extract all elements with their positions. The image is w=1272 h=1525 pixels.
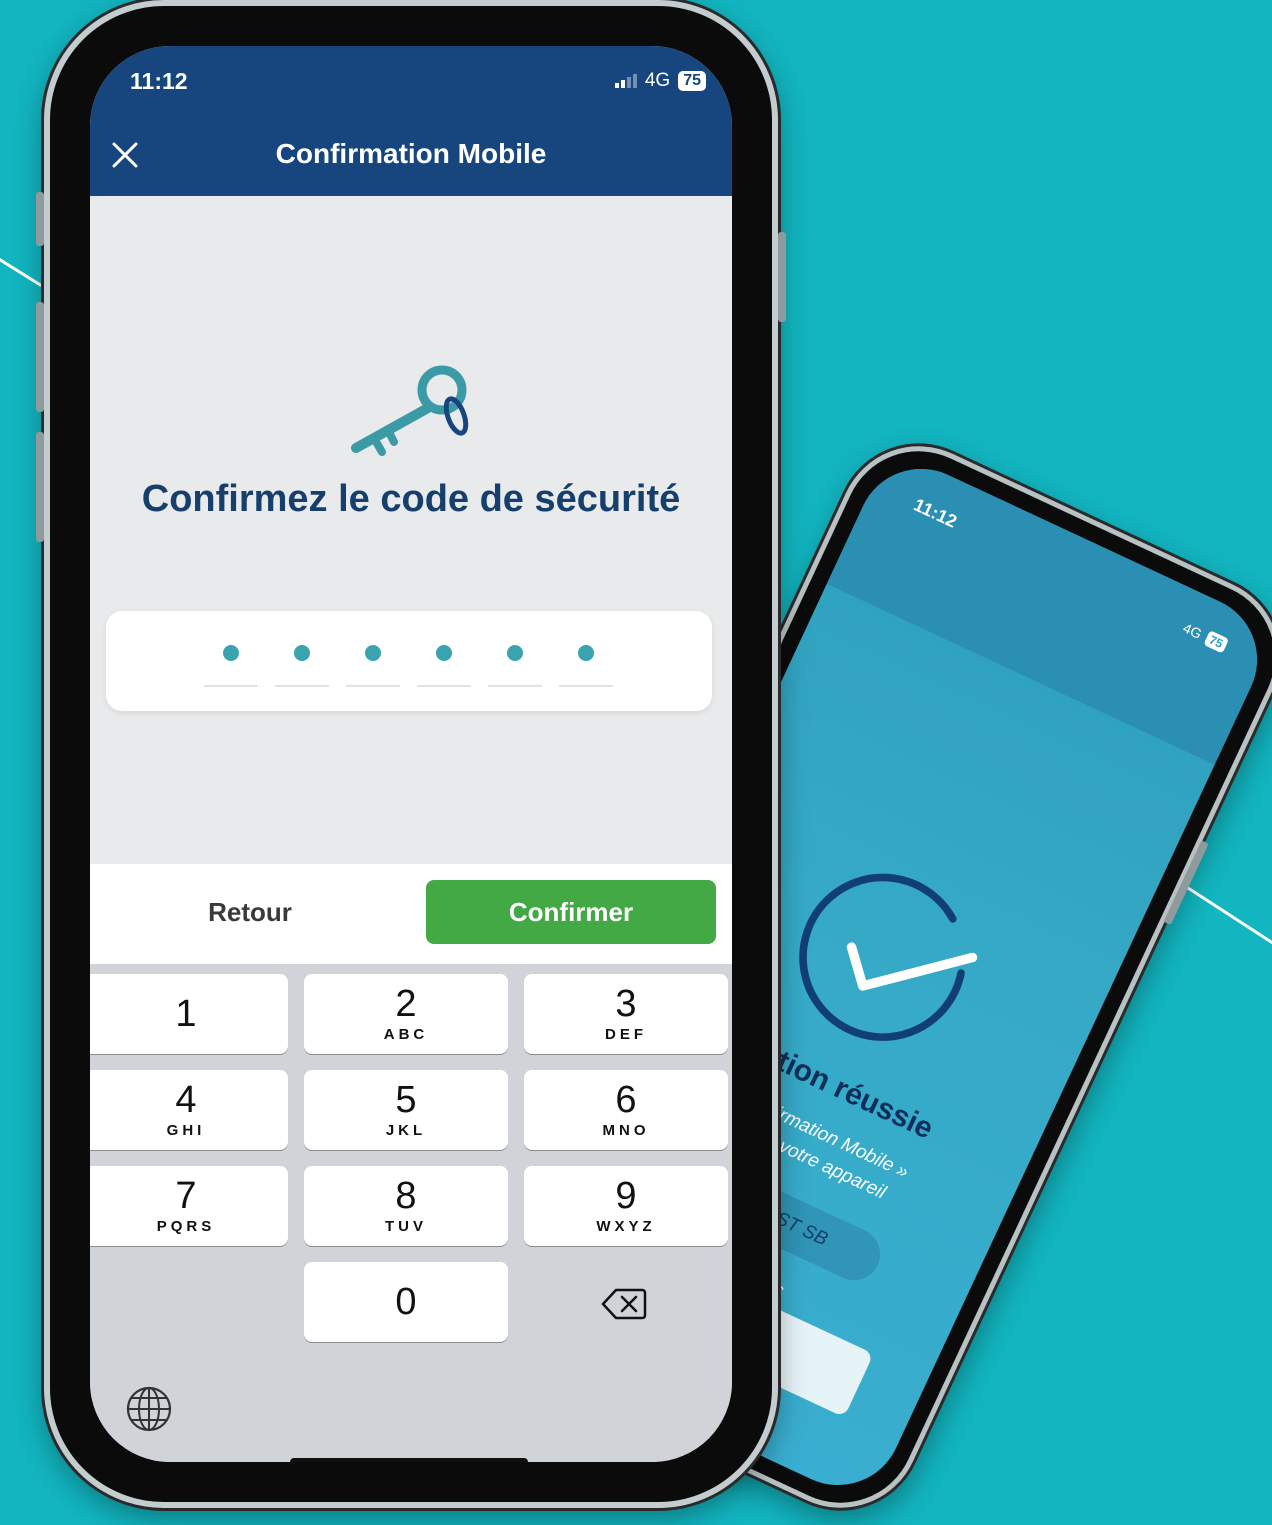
backspace-icon[interactable] — [600, 1284, 648, 1324]
security-headline: Confirmez le code de sécurité — [141, 478, 681, 520]
numeric-keypad: 1 2 ABC 3 DEF 4 GHI 5 JKL 6 MNO 7 PQRS 8… — [90, 964, 732, 1462]
keypad-key-0[interactable]: 0 — [304, 1262, 508, 1342]
key-letters: GHI — [166, 1122, 206, 1139]
keypad-key-8[interactable]: 8 TUV — [304, 1166, 508, 1246]
key-icon — [351, 365, 469, 456]
confirm-button[interactable]: Confirmer — [426, 880, 716, 944]
phone-volume-down-button — [36, 432, 44, 542]
main-phone-screen: 11:12 4G 75 Confirmation Mobile Confirme… — [90, 46, 732, 1462]
key-digit: 9 — [615, 1175, 637, 1217]
code-dot — [436, 645, 452, 661]
main-phone: 11:12 4G 75 Confirmation Mobile Confirme… — [36, 0, 786, 1508]
code-dot — [294, 645, 310, 661]
code-digit-slot — [559, 611, 613, 687]
network-label: 4G — [644, 70, 671, 91]
key-digit: 3 — [615, 983, 637, 1025]
key-digit: 1 — [175, 993, 197, 1035]
signal-icon — [614, 74, 637, 88]
secondary-header — [826, 447, 1272, 765]
phone-volume-up-button — [36, 302, 44, 412]
code-dot — [507, 645, 523, 661]
keypad-key-7[interactable]: 7 PQRS — [90, 1166, 288, 1246]
keypad-key-5[interactable]: 5 JKL — [304, 1070, 508, 1150]
nav-bar: 11:12 4G 75 Confirmation Mobile — [90, 46, 732, 196]
back-button[interactable]: Retour — [130, 880, 370, 944]
key-digit: 4 — [175, 1079, 197, 1121]
phone-silent-switch — [36, 192, 44, 246]
code-dot — [578, 645, 594, 661]
code-digit-slot — [417, 611, 471, 687]
keypad-key-4[interactable]: 4 GHI — [90, 1070, 288, 1150]
home-indicator — [290, 1458, 528, 1462]
key-letters: PQRS — [156, 1218, 216, 1235]
key-digit: 0 — [395, 1281, 417, 1323]
key-digit: 5 — [395, 1079, 417, 1121]
key-digit: 8 — [395, 1175, 417, 1217]
code-digit-slot — [204, 611, 258, 687]
keypad-key-3[interactable]: 3 DEF — [524, 974, 728, 1054]
code-dot — [223, 645, 239, 661]
key-letters: JKL — [385, 1122, 427, 1139]
key-letters: WXYZ — [596, 1218, 656, 1235]
keypad-key-1[interactable]: 1 — [90, 974, 288, 1054]
key-letters: MNO — [602, 1122, 650, 1139]
key-digit: 6 — [615, 1079, 637, 1121]
check-circle-icon — [799, 873, 978, 1041]
keypad-key-9[interactable]: 9 WXYZ — [524, 1166, 728, 1246]
code-input[interactable] — [106, 611, 712, 711]
status-time: 11:12 — [130, 68, 188, 94]
action-bar: Retour Confirmer — [90, 864, 732, 964]
key-letters: DEF — [605, 1026, 647, 1043]
code-digit-slot — [346, 611, 400, 687]
key-letters: TUV — [385, 1218, 427, 1235]
key-digit: 7 — [175, 1175, 197, 1217]
code-dot — [365, 645, 381, 661]
code-digit-slot — [275, 611, 329, 687]
keypad-key-2[interactable]: 2 ABC — [304, 974, 508, 1054]
keypad-key-6[interactable]: 6 MNO — [524, 1070, 728, 1150]
page-title: Confirmation Mobile — [275, 138, 547, 169]
key-digit: 2 — [395, 983, 417, 1025]
phone-power-button — [778, 232, 786, 322]
globe-icon[interactable] — [124, 1384, 174, 1434]
code-digit-slot — [488, 611, 542, 687]
battery-badge: 75 — [678, 71, 706, 91]
status-indicators: 4G 75 — [614, 70, 706, 92]
key-letters: ABC — [383, 1026, 429, 1043]
